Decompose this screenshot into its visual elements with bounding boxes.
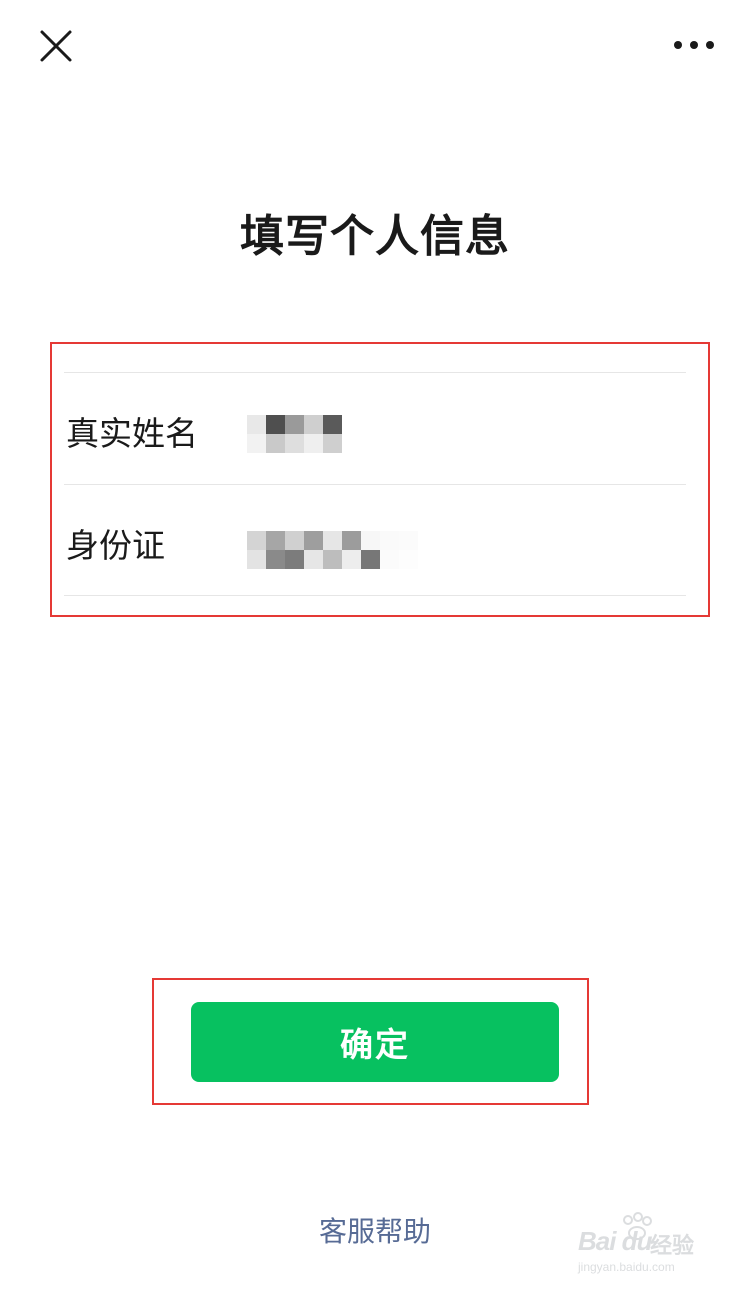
id-label: 身份证: [66, 526, 165, 565]
divider: [64, 595, 686, 596]
form-row-name: 真实姓名: [64, 373, 686, 483]
pixelated-name-value: [247, 415, 437, 453]
pixelated-id-value: [247, 531, 437, 569]
close-icon: [40, 30, 72, 62]
baidu-logo-text: Bai du: [578, 1226, 652, 1256]
top-bar: [0, 0, 750, 90]
name-label: 真实姓名: [66, 414, 198, 453]
form-row-id: 身份证: [64, 485, 686, 595]
close-button[interactable]: [36, 26, 76, 66]
baidu-jingyan-watermark: Bai du 经验 jingyan.baidu.com: [572, 1212, 722, 1282]
confirm-button[interactable]: 确定: [191, 1002, 559, 1082]
id-field[interactable]: [247, 485, 507, 595]
more-button[interactable]: [672, 30, 716, 60]
name-field[interactable]: [247, 373, 507, 483]
jingyan-label: 经验: [650, 1234, 695, 1259]
page-title: 填写个人信息: [240, 211, 510, 262]
watermark-url: jingyan.baidu.com: [578, 1260, 675, 1274]
more-dots-icon: [674, 41, 714, 49]
